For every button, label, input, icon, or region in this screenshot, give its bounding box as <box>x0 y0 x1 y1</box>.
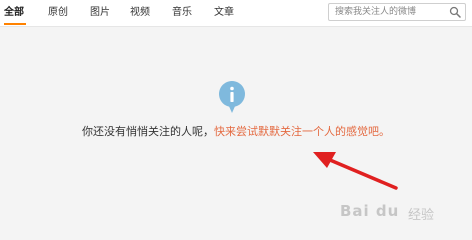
tab-pictures[interactable]: 图片 <box>90 6 110 20</box>
search-input[interactable] <box>335 5 443 19</box>
watermark-logo: Bai du <box>340 202 400 220</box>
empty-state-message: 你还没有悄悄关注的人呢，快来尝试默默关注一个人的感觉吧。 <box>0 124 472 140</box>
follow-suggestion-link[interactable]: 快来尝试默默关注一个人的感觉吧。 <box>214 125 390 138</box>
tab-all[interactable]: 全部 <box>4 6 24 20</box>
active-tab-indicator <box>4 23 26 25</box>
baidu-jingyan-watermark: Bai du 经验 <box>340 196 468 236</box>
tab-music[interactable]: 音乐 <box>172 6 192 20</box>
search-box <box>328 3 466 21</box>
tab-articles[interactable]: 文章 <box>214 6 234 20</box>
tab-videos[interactable]: 视频 <box>130 6 150 20</box>
search-icon[interactable] <box>449 6 461 18</box>
info-icon <box>218 81 245 113</box>
empty-state-text: 你还没有悄悄关注的人呢， <box>82 125 214 138</box>
watermark-suffix: 经验 <box>408 208 435 223</box>
tab-original[interactable]: 原创 <box>48 6 68 20</box>
tab-bar: 全部 原创 图片 视频 音乐 文章 <box>0 0 472 27</box>
